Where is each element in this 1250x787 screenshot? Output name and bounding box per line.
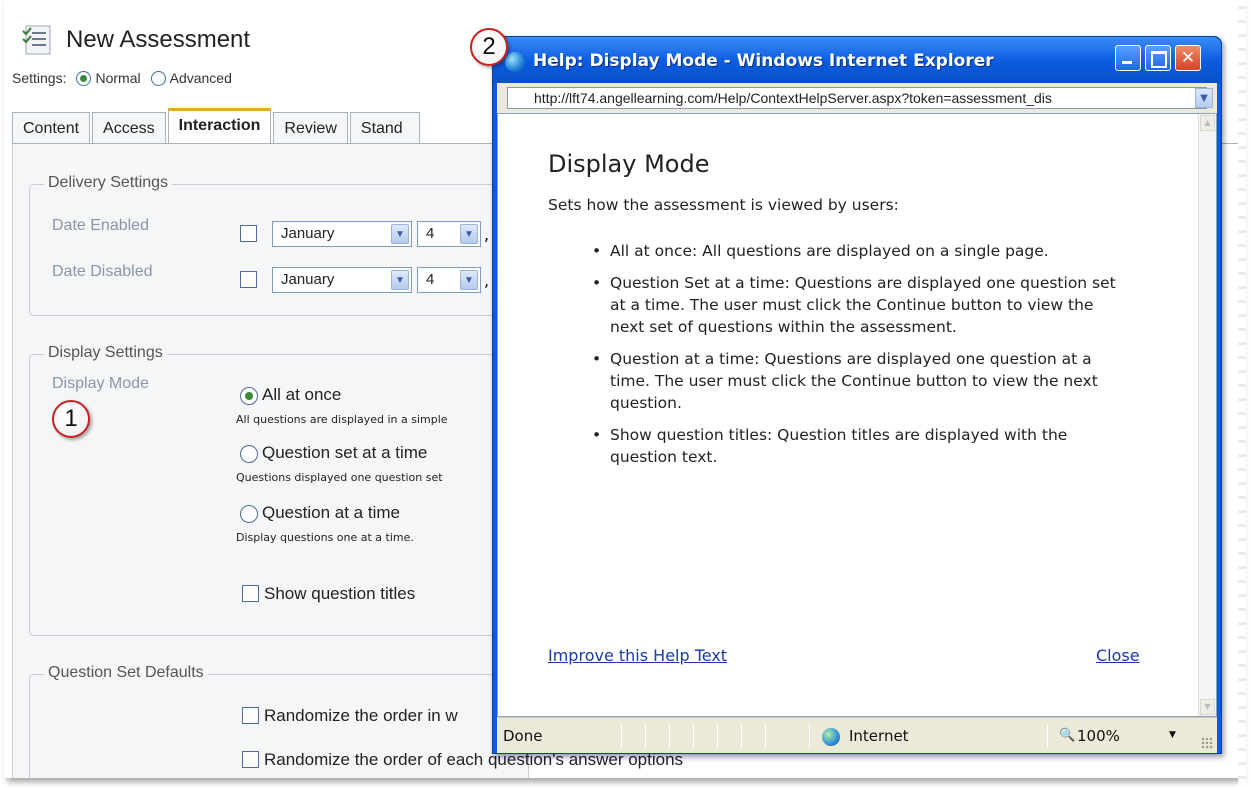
advanced-radio[interactable]: [150, 70, 166, 86]
show-titles-label: Show question titles: [264, 584, 416, 603]
question-at-a-time-label: Question at a time: [262, 503, 400, 522]
delivery-settings-group: Delivery Settings Date Enabled January ▼…: [29, 174, 529, 316]
tab-standards[interactable]: Stand: [349, 112, 420, 144]
ie-address-bar: e http://lft74.angellearning.com/Help/Co…: [497, 83, 1217, 113]
close-icon[interactable]: [1175, 45, 1201, 71]
ie-help-window: Help: Display Mode - Windows Internet Ex…: [492, 36, 1222, 754]
chevron-down-icon: ▼: [460, 270, 478, 290]
callout-2: 2: [470, 28, 508, 66]
settings-label: Settings:: [12, 70, 67, 86]
callout-1: 1: [52, 400, 90, 438]
minimize-icon[interactable]: [1115, 45, 1141, 71]
date-enabled-label: Date Enabled: [52, 217, 149, 234]
tab-interaction[interactable]: Interaction: [167, 108, 272, 144]
randomize-questions-checkbox[interactable]: [242, 707, 259, 724]
tab-panel: Delivery Settings Date Enabled January ▼…: [12, 144, 683, 778]
assessment-list-icon: [22, 25, 51, 55]
chevron-down-icon: ▼: [391, 224, 409, 244]
help-list: All at once: All questions are displayed…: [590, 240, 1130, 478]
internet-zone-icon: [822, 728, 840, 746]
help-content: Display Mode Sets how the assessment is …: [497, 113, 1217, 717]
advanced-label: Advanced: [169, 70, 232, 86]
status-divider: [669, 724, 670, 748]
tab-review[interactable]: Review: [273, 112, 348, 144]
question-at-a-time-radio[interactable]: [240, 505, 258, 523]
page-title: New Assessment: [66, 26, 251, 53]
chevron-down-icon[interactable]: ▼: [1195, 88, 1213, 108]
randomize-answers-checkbox[interactable]: [242, 751, 259, 768]
date-disabled-day-select[interactable]: 4 ▼: [417, 267, 481, 293]
date-enabled-checkbox[interactable]: [240, 225, 257, 242]
chevron-down-icon: ▼: [460, 224, 478, 244]
improve-help-link[interactable]: Improve this Help Text: [548, 646, 727, 665]
question-set-defaults-group: Question Set Defaults Randomize the orde…: [29, 664, 683, 778]
status-divider: [693, 724, 694, 748]
url-field[interactable]: http://lft74.angellearning.com/Help/Cont…: [507, 87, 1207, 109]
settings-mode: Settings: Normal Advanced: [12, 70, 232, 86]
date-comma: ,: [484, 225, 490, 244]
scroll-up-icon[interactable]: ▲: [1200, 115, 1215, 131]
status-divider: [765, 724, 766, 748]
randomize-questions-label: Randomize the order in w: [264, 706, 458, 725]
display-mode-label: Display Mode: [52, 375, 149, 392]
date-disabled-day-value: 4: [426, 271, 435, 288]
help-item-question-set: Question Set at a time: Questions are di…: [590, 272, 1130, 338]
vertical-scrollbar[interactable]: ▲ ▼: [1198, 114, 1216, 716]
date-enabled-month-select[interactable]: January ▼: [272, 221, 412, 247]
status-divider: [809, 724, 810, 748]
zone-text: Internet: [849, 727, 909, 745]
date-disabled-label: Date Disabled: [52, 263, 153, 280]
question-set-desc: Questions displayed one question set: [236, 471, 443, 484]
resize-grip-icon[interactable]: [1201, 737, 1213, 749]
ie-window-title: Help: Display Mode - Windows Internet Ex…: [533, 51, 994, 71]
scroll-down-icon[interactable]: ▼: [1200, 699, 1215, 715]
status-divider: [1047, 724, 1048, 748]
status-divider: [621, 724, 622, 748]
ie-titlebar[interactable]: Help: Display Mode - Windows Internet Ex…: [493, 37, 1221, 83]
date-disabled-checkbox[interactable]: [240, 271, 257, 288]
help-item-all-at-once: All at once: All questions are displayed…: [590, 240, 1130, 262]
zoom-dropdown-icon[interactable]: ▼: [1169, 730, 1176, 740]
date-enabled-day-value: 4: [426, 225, 435, 242]
all-at-once-label: All at once: [262, 385, 342, 404]
normal-label: Normal: [95, 70, 141, 86]
date-disabled-month-select[interactable]: January ▼: [272, 267, 412, 293]
status-divider: [645, 724, 646, 748]
status-text: Done: [503, 727, 543, 745]
date-disabled-month-value: January: [281, 271, 335, 288]
zoom-icon[interactable]: 🔍: [1059, 728, 1075, 743]
all-at-once-radio[interactable]: [240, 387, 258, 405]
maximize-icon[interactable]: [1145, 45, 1171, 71]
help-intro: Sets how the assessment is viewed by use…: [548, 196, 899, 214]
all-at-once-desc: All questions are displayed in a simple: [236, 413, 448, 426]
delivery-settings-legend: Delivery Settings: [44, 174, 173, 192]
normal-radio[interactable]: [76, 70, 92, 86]
chevron-down-icon: ▼: [391, 270, 409, 290]
help-title: Display Mode: [548, 150, 710, 178]
zoom-level[interactable]: 100%: [1077, 727, 1120, 745]
ie-status-bar: Done Internet 🔍 100% ▼: [497, 717, 1217, 753]
tab-access[interactable]: Access: [92, 112, 166, 144]
status-divider: [741, 724, 742, 748]
date-enabled-day-select[interactable]: 4 ▼: [417, 221, 481, 247]
close-link[interactable]: Close: [1096, 646, 1140, 665]
question-set-defaults-legend: Question Set Defaults: [44, 664, 208, 682]
show-titles-checkbox[interactable]: [242, 585, 259, 602]
help-item-question-at-a-time: Question at a time: Questions are displa…: [590, 348, 1130, 414]
torn-edge: [1238, 0, 1246, 787]
display-settings-legend: Display Settings: [44, 344, 167, 362]
ie-globe-icon: [505, 52, 525, 72]
date-enabled-month-value: January: [281, 225, 335, 242]
question-set-radio[interactable]: [240, 445, 258, 463]
display-settings-group: Display Settings Display Mode All at onc…: [29, 344, 529, 636]
date-comma: ,: [484, 271, 490, 290]
screenshot-frame: New Assessment Settings: Normal Advanced…: [4, 0, 1240, 778]
tab-content[interactable]: Content: [12, 112, 91, 144]
help-item-show-titles: Show question titles: Question titles ar…: [590, 424, 1130, 468]
status-divider: [717, 724, 718, 748]
assessment-tabs: Content Access Interaction Review Stand: [12, 108, 422, 144]
question-at-a-time-desc: Display questions one at a time.: [236, 531, 414, 544]
question-set-label: Question set at a time: [262, 443, 428, 462]
